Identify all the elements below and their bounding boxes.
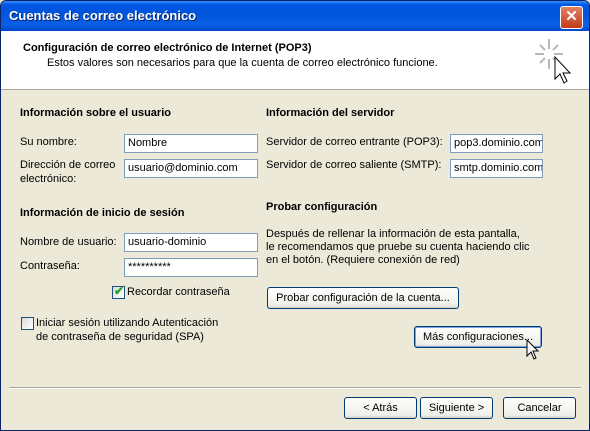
- email-label-line2: electrónico:: [20, 173, 77, 185]
- login-info-heading: Información de inicio de sesión: [20, 207, 185, 219]
- close-icon[interactable]: ✕: [560, 6, 583, 29]
- test-description-line3: en el botón. (Requiere conexión de red): [266, 254, 460, 266]
- remember-password-label: Recordar contraseña: [127, 286, 230, 298]
- remember-password-checkbox[interactable]: ✔: [112, 284, 125, 299]
- dialog-window: Cuentas de correo electrónico ✕ Configur…: [0, 0, 590, 431]
- wand-sparkle-icon: [535, 39, 572, 84]
- outgoing-server-label: Servidor de correo saliente (SMTP):: [266, 159, 442, 171]
- username-label: Nombre de usuario:: [20, 236, 117, 248]
- incoming-server-input[interactable]: pop3.dominio.com: [450, 134, 543, 153]
- wizard-header: Configuración de correo electrónico de I…: [1, 31, 589, 90]
- user-info-heading: Información sobre el usuario: [20, 107, 171, 119]
- outgoing-server-input[interactable]: smtp.dominio.com: [450, 159, 543, 178]
- next-button[interactable]: Siguiente >: [420, 397, 493, 419]
- header-title: Configuración de correo electrónico de I…: [23, 42, 312, 54]
- checkmark-icon: ✔: [114, 284, 125, 298]
- test-description-line2: le recomendamos que pruebe su cuenta hac…: [266, 241, 530, 253]
- test-account-settings-button[interactable]: Probar configuración de la cuenta...: [267, 287, 459, 309]
- more-settings-button[interactable]: Más configuraciones...: [414, 326, 542, 348]
- test-settings-heading: Probar configuración: [266, 201, 378, 213]
- username-input[interactable]: usuario-dominio: [124, 233, 258, 252]
- cancel-button[interactable]: Cancelar: [503, 397, 576, 419]
- server-info-heading: Información del servidor: [266, 107, 395, 119]
- password-input[interactable]: **********: [124, 258, 258, 277]
- incoming-server-label: Servidor de correo entrante (POP3):: [266, 136, 443, 148]
- spa-label-line1: Iniciar sesión utilizando Autenticación: [36, 317, 219, 329]
- mouse-cursor-icon: [526, 339, 540, 360]
- name-label: Su nombre:: [20, 136, 77, 148]
- footer-separator: [9, 387, 581, 389]
- spa-checkbox[interactable]: [21, 317, 34, 330]
- window-title: Cuentas de correo electrónico: [9, 8, 197, 23]
- header-subtitle: Estos valores son necesarios para que la…: [47, 57, 438, 69]
- name-input[interactable]: Nombre: [124, 134, 258, 153]
- spa-label-line2: de contraseña de seguridad (SPA): [36, 331, 204, 343]
- back-button[interactable]: < Atrás: [344, 397, 417, 419]
- email-label-line1: Dirección de correo: [20, 159, 116, 171]
- title-bar[interactable]: Cuentas de correo electrónico ✕: [1, 1, 589, 31]
- password-label: Contraseña:: [20, 260, 80, 272]
- test-description-line1: Después de rellenar la información de es…: [266, 228, 520, 240]
- email-input[interactable]: usuario@dominio.com: [124, 159, 258, 178]
